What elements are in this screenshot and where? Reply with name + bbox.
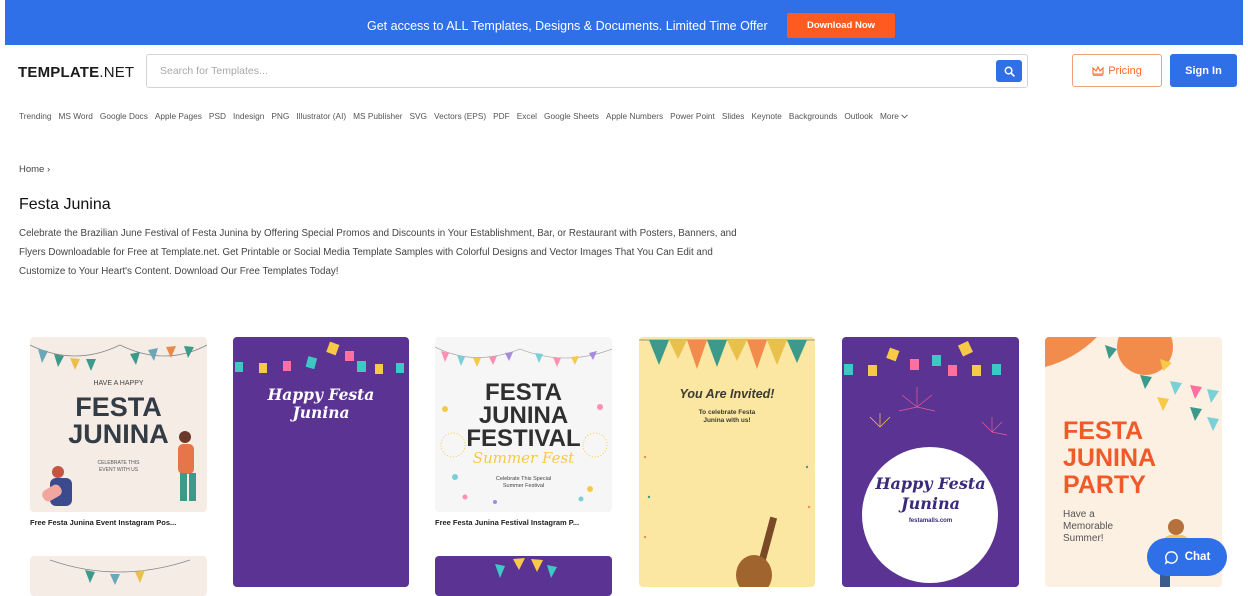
template-card-7[interactable] <box>30 556 207 596</box>
nav-item-slides[interactable]: Slides <box>722 111 745 121</box>
template-card-1[interactable]: HAVE A HAPPY FESTA JUNINA CELEBRATE THIS… <box>30 337 207 512</box>
nav-item-ms-publisher[interactable]: MS Publisher <box>353 111 402 121</box>
card-3-line4: Summer Fest <box>472 449 575 467</box>
logo-light: .NET <box>99 64 135 81</box>
nav-item-apple-numbers[interactable]: Apple Numbers <box>606 111 663 121</box>
nav-item-svg[interactable]: SVG <box>409 111 427 121</box>
template-card-5[interactable]: Happy Festa Junina festamalls.com <box>842 337 1019 587</box>
nav-item-backgrounds[interactable]: Backgrounds <box>789 111 837 121</box>
nav-item-indesign[interactable]: Indesign <box>233 111 264 121</box>
card-2-line1: Happy Festa <box>267 385 375 404</box>
nav-item-png[interactable]: PNG <box>271 111 289 121</box>
nav-item-trending[interactable]: Trending <box>19 111 51 121</box>
search-icon <box>1004 66 1015 77</box>
chat-label: Chat <box>1184 551 1211 563</box>
card-5-line1: Happy Festa <box>875 474 986 493</box>
card-3-line6: Summer Festival <box>502 483 545 489</box>
more-label: More <box>879 111 899 121</box>
nav-item-ms-word[interactable]: MS Word <box>58 111 92 121</box>
nav-item-google-docs[interactable]: Google Docs <box>100 111 148 121</box>
search-input[interactable] <box>147 55 987 87</box>
card-6-line6: Summer! <box>1063 533 1104 544</box>
card-1-line3: JUNINA <box>68 419 169 449</box>
chevron-down-icon <box>901 114 908 119</box>
nav-item-illustrator[interactable]: Illustrator (AI) <box>296 111 346 121</box>
nav-item-apple-pages[interactable]: Apple Pages <box>155 111 202 121</box>
card-6-line2: JUNINA <box>1063 444 1157 472</box>
card-3-caption[interactable]: Free Festa Junina Festival Instagram P..… <box>435 518 579 527</box>
site-header: TEMPLATE.NET Pricing Sign In <box>0 45 1248 101</box>
nav-item-excel[interactable]: Excel <box>517 111 537 121</box>
nav-item-google-sheets[interactable]: Google Sheets <box>544 111 599 121</box>
page-title: Festa Junina <box>19 196 111 213</box>
template-card-8[interactable] <box>435 556 612 596</box>
card-4-line2: To celebrate Festa <box>698 409 756 416</box>
card-5-artwork <box>844 341 1008 583</box>
chat-button[interactable]: Chat <box>1147 538 1227 576</box>
download-now-button[interactable]: Download Now <box>787 13 895 38</box>
card-5-line3: festamalls.com <box>908 518 953 524</box>
sign-in-button[interactable]: Sign In <box>1170 54 1237 87</box>
site-logo[interactable]: TEMPLATE.NET <box>18 64 134 81</box>
card-4-artwork <box>639 339 815 587</box>
card-2-bunting-icon <box>235 341 404 374</box>
search-bar <box>146 54 1028 88</box>
template-card-2[interactable]: Happy Festa Junina <box>233 337 409 587</box>
promo-banner: Get access to ALL Templates, Designs & D… <box>5 0 1243 45</box>
nav-item-pdf[interactable]: PDF <box>493 111 510 121</box>
card-7-bunting-icon <box>49 559 191 585</box>
card-3-line5: Celebrate This Special <box>495 476 552 482</box>
breadcrumb: Home › <box>19 164 50 175</box>
card-4-line3: Junina with us! <box>703 417 751 424</box>
search-button[interactable] <box>996 60 1022 82</box>
template-card-4[interactable]: You Are Invited! To celebrate Festa Juni… <box>639 337 815 587</box>
card-6-line3: PARTY <box>1063 471 1146 499</box>
card-6-line4: Have a <box>1063 509 1095 520</box>
card-1-line1: HAVE A HAPPY <box>93 380 144 387</box>
breadcrumb-home[interactable]: Home <box>19 164 44 175</box>
card-5-line2: Junina <box>901 494 960 513</box>
card-2-line2: Junina <box>292 403 350 422</box>
card-1-line5: EVENT WITH US <box>98 467 139 473</box>
card-8-bunting-icon <box>495 558 557 578</box>
breadcrumb-separator: › <box>46 164 51 175</box>
logo-bold: TEMPLATE <box>18 64 100 81</box>
nav-item-outlook[interactable]: Outlook <box>844 111 873 121</box>
card-4-line1: You Are Invited! <box>679 387 775 401</box>
nav-item-power-point[interactable]: Power Point <box>670 111 715 121</box>
crown-icon <box>1092 65 1104 76</box>
pricing-label: Pricing <box>1108 64 1142 77</box>
chat-bubble-icon <box>1164 550 1178 565</box>
card-1-line4: CELEBRATE THIS <box>97 460 140 466</box>
nav-item-vectors[interactable]: Vectors (EPS) <box>434 111 486 121</box>
promo-text: Get access to ALL Templates, Designs & D… <box>367 19 768 33</box>
pricing-button[interactable]: Pricing <box>1072 54 1162 87</box>
category-nav: Trending MS Word Google Docs Apple Pages… <box>19 111 908 121</box>
card-1-caption[interactable]: Free Festa Junina Event Instagram Pos... <box>30 518 176 527</box>
nav-item-psd[interactable]: PSD <box>209 111 226 121</box>
card-6-line1: FESTA <box>1063 417 1144 445</box>
template-card-3[interactable]: FESTA JUNINA FESTIVAL Summer Fest Celebr… <box>435 337 612 512</box>
card-6-line5: Memorable <box>1063 521 1114 532</box>
nav-item-keynote[interactable]: Keynote <box>751 111 781 121</box>
nav-item-more[interactable]: More <box>880 111 908 121</box>
page-description: Celebrate the Brazilian June Festival of… <box>19 228 737 277</box>
